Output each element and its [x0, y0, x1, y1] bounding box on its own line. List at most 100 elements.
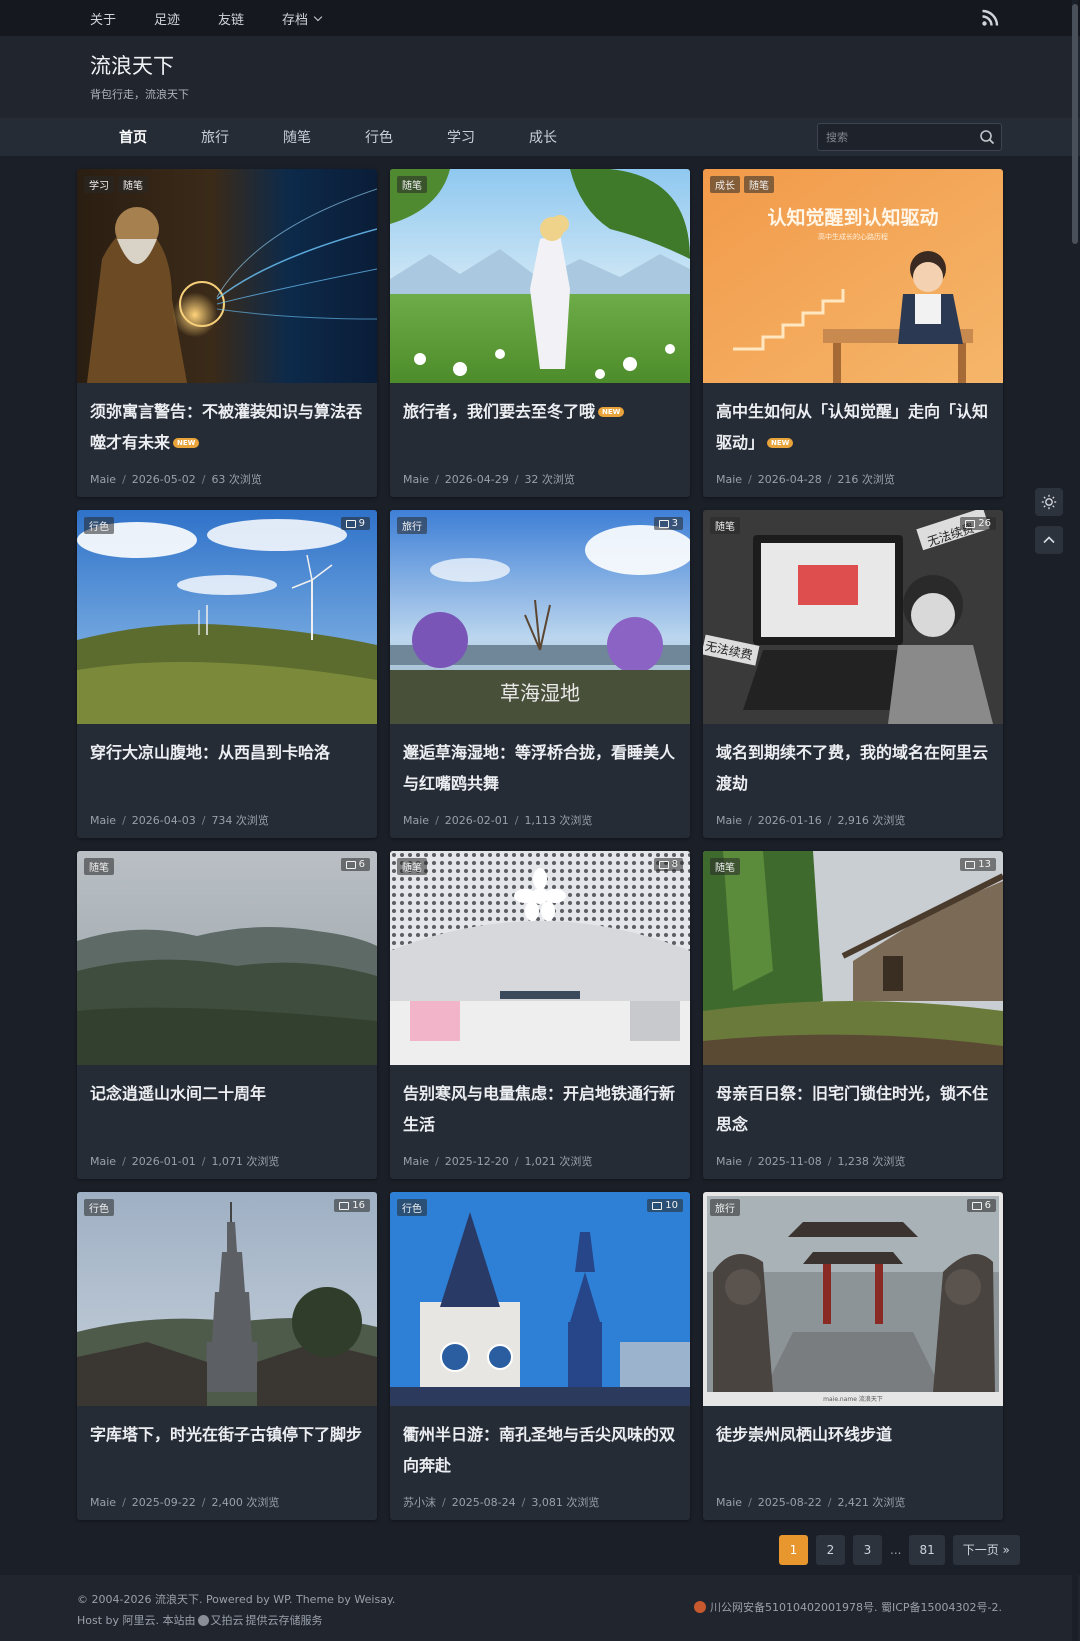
post-title[interactable]: 衢州半日游：南孔圣地与舌尖风味的双向奔赴: [403, 1419, 677, 1481]
post-date: 2025-09-22: [131, 1496, 196, 1509]
post-title[interactable]: 域名到期续不了费，我的域名在阿里云渡劫: [716, 737, 990, 799]
post-card[interactable]: 行色 10 衢州半日游：南孔圣地与舌尖风味的双向奔赴 苏小沫/2025-08-2…: [390, 1192, 690, 1520]
thumbnail-subheading: 高中生成长的心路历程: [818, 232, 888, 241]
post-card[interactable]: 随笔 6 记念逍遥山水间二十周年 Maie/2026-01-01/1,071 次…: [77, 851, 377, 1179]
category-tag[interactable]: 旅行: [397, 517, 427, 534]
category-tag[interactable]: 随笔: [397, 176, 427, 193]
category-tag[interactable]: 行色: [84, 1199, 114, 1216]
post-thumbnail[interactable]: 随笔 6: [77, 851, 377, 1065]
nav-scenery[interactable]: 行色: [338, 127, 420, 147]
nav-study[interactable]: 学习: [420, 127, 502, 147]
post-categories: 行色: [84, 517, 114, 534]
post-card[interactable]: 认知觉醒到认知驱动 高中生成长的心路历程 成长 随笔 高中生如何从「认知觉醒」走…: [703, 169, 1003, 497]
top-nav-about[interactable]: 关于: [90, 9, 116, 28]
post-views: 2,400 次浏览: [211, 1496, 280, 1509]
nav-home[interactable]: 首页: [92, 127, 174, 147]
page-link-current[interactable]: 1: [779, 1535, 808, 1565]
post-thumbnail[interactable]: 行色 9: [77, 510, 377, 724]
comment-count[interactable]: 16: [334, 1199, 370, 1212]
post-meta: Maie/2026-02-01/1,113 次浏览: [403, 814, 593, 827]
comment-count[interactable]: 10: [647, 1199, 683, 1212]
category-tag[interactable]: 行色: [84, 517, 114, 534]
post-thumbnail[interactable]: 行色 10: [390, 1192, 690, 1406]
category-tag[interactable]: 成长: [710, 176, 740, 193]
comment-count[interactable]: 26: [960, 517, 996, 530]
new-badge: NEW: [173, 438, 200, 448]
category-tag[interactable]: 旅行: [710, 1199, 740, 1216]
post-title[interactable]: 记念逍遥山水间二十周年: [90, 1078, 364, 1109]
post-thumbnail[interactable]: maie.name 流浪天下 旅行 6: [703, 1192, 1003, 1406]
nav-travel[interactable]: 旅行: [174, 127, 256, 147]
post-meta: Maie/2026-05-02/63 次浏览: [90, 473, 262, 486]
top-nav-archive[interactable]: 存档: [282, 9, 323, 28]
post-title[interactable]: 高中生如何从「认知觉醒」走向「认知驱动」 NEW: [716, 396, 990, 458]
post-card[interactable]: 随笔 8 告别寒风与电量焦虑：开启地铁通行新生活 Maie/2025-12-20…: [390, 851, 690, 1179]
post-title[interactable]: 穿行大凉山腹地：从西昌到卡哈洛: [90, 737, 364, 768]
page-link[interactable]: 2: [816, 1535, 845, 1565]
comment-count[interactable]: 13: [960, 858, 996, 871]
category-tag[interactable]: 行色: [397, 1199, 427, 1216]
post-card[interactable]: 行色 16 字库塔下，时光在街子古镇停下了脚步 Maie/2025-09-22/…: [77, 1192, 377, 1520]
category-tag[interactable]: 随笔: [744, 176, 774, 193]
category-tag[interactable]: 随笔: [710, 517, 740, 534]
comment-count[interactable]: 6: [966, 1199, 996, 1212]
category-tag[interactable]: 随笔: [118, 176, 148, 193]
site-footer: © 2004-2026 流浪天下. Powered by WP. Theme b…: [0, 1575, 1080, 1641]
comment-count[interactable]: 3: [653, 517, 683, 530]
next-page-button[interactable]: 下一页 »: [952, 1535, 1020, 1565]
post-thumbnail[interactable]: 随笔 8: [390, 851, 690, 1065]
page-link-last[interactable]: 81: [909, 1535, 945, 1565]
post-card[interactable]: 无法续费 无法续费 随笔 26 域名到期续不了费，我的域名在阿里云渡劫 Maie…: [703, 510, 1003, 838]
post-views: 734 次浏览: [211, 814, 269, 827]
sun-icon: [1041, 494, 1057, 510]
post-card[interactable]: maie.name 流浪天下 旅行 6 徒步崇州凤栖山环线步道 Maie/202…: [703, 1192, 1003, 1520]
theme-toggle-button[interactable]: [1035, 488, 1063, 516]
nav-essays[interactable]: 随笔: [256, 127, 338, 147]
post-thumbnail[interactable]: 随笔: [390, 169, 690, 383]
post-card[interactable]: 草海湿地 旅行 3 邂逅草海湿地：等浮桥合拢，看睡美人与红嘴鸥共舞 Maie/2…: [390, 510, 690, 838]
post-thumbnail[interactable]: 学习 随笔: [77, 169, 377, 383]
scrollbar-thumb[interactable]: [1072, 4, 1078, 244]
post-title[interactable]: 旅行者，我们要去至冬了哦 NEW: [403, 396, 677, 427]
comment-count[interactable]: 9: [340, 517, 370, 530]
post-card[interactable]: 随笔 13 母亲百日祭：旧宅门锁住时光，锁不住思念 Maie/2025-11-0…: [703, 851, 1003, 1179]
category-tag[interactable]: 学习: [84, 176, 114, 193]
post-title[interactable]: 告别寒风与电量焦虑：开启地铁通行新生活: [403, 1078, 677, 1140]
category-tag[interactable]: 随笔: [397, 858, 427, 875]
post-title[interactable]: 母亲百日祭：旧宅门锁住时光，锁不住思念: [716, 1078, 990, 1140]
post-date: 2025-11-08: [757, 1155, 822, 1168]
post-thumbnail[interactable]: 草海湿地 旅行 3: [390, 510, 690, 724]
post-thumbnail[interactable]: 认知觉醒到认知驱动 高中生成长的心路历程 成长 随笔: [703, 169, 1003, 383]
post-thumbnail[interactable]: 随笔 13: [703, 851, 1003, 1065]
post-title[interactable]: 字库塔下，时光在街子古镇停下了脚步: [90, 1419, 364, 1450]
post-card[interactable]: 行色 9 穿行大凉山腹地：从西昌到卡哈洛 Maie/2026-04-03/734…: [77, 510, 377, 838]
post-date: 2025-08-22: [757, 1496, 822, 1509]
category-tag[interactable]: 随笔: [84, 858, 114, 875]
search-icon[interactable]: [979, 129, 995, 145]
post-meta: Maie/2025-11-08/1,238 次浏览: [716, 1155, 906, 1168]
post-date: 2025-08-24: [451, 1496, 516, 1509]
post-title[interactable]: 邂逅草海湿地：等浮桥合拢，看睡美人与红嘴鸥共舞: [403, 737, 677, 799]
post-title[interactable]: 徒步崇州凤栖山环线步道: [716, 1419, 990, 1450]
comment-count[interactable]: 6: [340, 858, 370, 871]
post-title[interactable]: 须弥寓言警告：不被灌装知识与算法吞噬才有未来 NEW: [90, 396, 364, 458]
scrollbar[interactable]: [1072, 0, 1078, 1641]
top-nav-footprints[interactable]: 足迹: [154, 9, 180, 28]
footer-host-brand[interactable]: 又拍云: [211, 1612, 244, 1628]
post-card[interactable]: 随笔 旅行者，我们要去至冬了哦 NEW Maie/2026-04-29/32 次浏…: [390, 169, 690, 497]
site-title[interactable]: 流浪天下: [90, 50, 174, 80]
rss-icon[interactable]: [981, 9, 999, 27]
footer-icp-text[interactable]: 川公网安备51010402001978号. 蜀ICP备15004302号-2.: [710, 1599, 1002, 1615]
page-link[interactable]: 3: [853, 1535, 882, 1565]
post-card[interactable]: 学习 随笔 须弥寓言警告：不被灌装知识与算法吞噬才有未来 NEW Maie/202…: [77, 169, 377, 497]
nav-growth[interactable]: 成长: [502, 127, 584, 147]
post-thumbnail[interactable]: 无法续费 无法续费 随笔 26: [703, 510, 1003, 724]
post-thumbnail[interactable]: 行色 16: [77, 1192, 377, 1406]
comment-count[interactable]: 8: [653, 858, 683, 871]
back-to-top-button[interactable]: [1035, 526, 1063, 554]
post-meta: Maie/2025-08-22/2,421 次浏览: [716, 1496, 906, 1509]
top-nav-links[interactable]: 友链: [218, 9, 244, 28]
search-input[interactable]: [826, 128, 976, 146]
post-meta: Maie/2026-04-29/32 次浏览: [403, 473, 575, 486]
category-tag[interactable]: 随笔: [710, 858, 740, 875]
